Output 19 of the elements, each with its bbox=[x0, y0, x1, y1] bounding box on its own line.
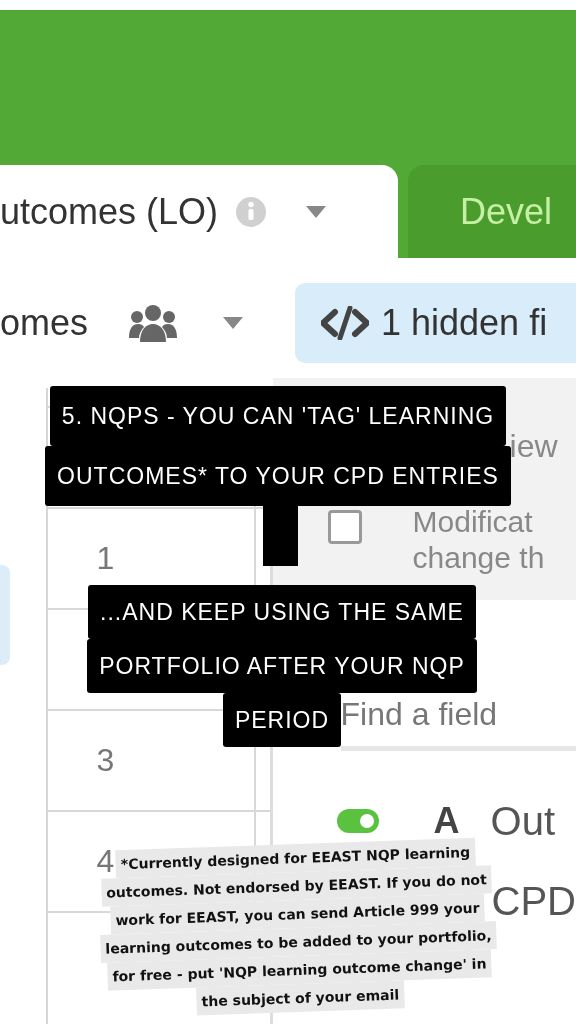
notice-text: change th bbox=[412, 541, 545, 574]
search-field[interactable]: Find a field bbox=[340, 695, 498, 733]
info-icon[interactable] bbox=[236, 196, 267, 227]
table-tab[interactable]: utcomes (LO) bbox=[0, 165, 398, 258]
field-name: Out bbox=[490, 798, 556, 844]
hidden-fields-button[interactable]: 1 hidden fi bbox=[295, 283, 576, 363]
toggle-switch[interactable] bbox=[336, 809, 379, 833]
view-name[interactable]: omes bbox=[0, 302, 128, 344]
row-number: 1 bbox=[96, 540, 115, 577]
field-name: CPD bbox=[491, 879, 576, 924]
people-icon bbox=[128, 304, 178, 342]
notice-text: iew bbox=[509, 428, 558, 464]
row-number: 3 bbox=[96, 742, 115, 779]
caret-icon[interactable] bbox=[306, 205, 327, 218]
caption-connector bbox=[263, 506, 298, 566]
checkbox[interactable] bbox=[327, 510, 362, 544]
notice-text: Modificat bbox=[412, 505, 533, 538]
hidden-field-icon bbox=[321, 306, 369, 340]
caret-icon[interactable] bbox=[223, 317, 243, 329]
